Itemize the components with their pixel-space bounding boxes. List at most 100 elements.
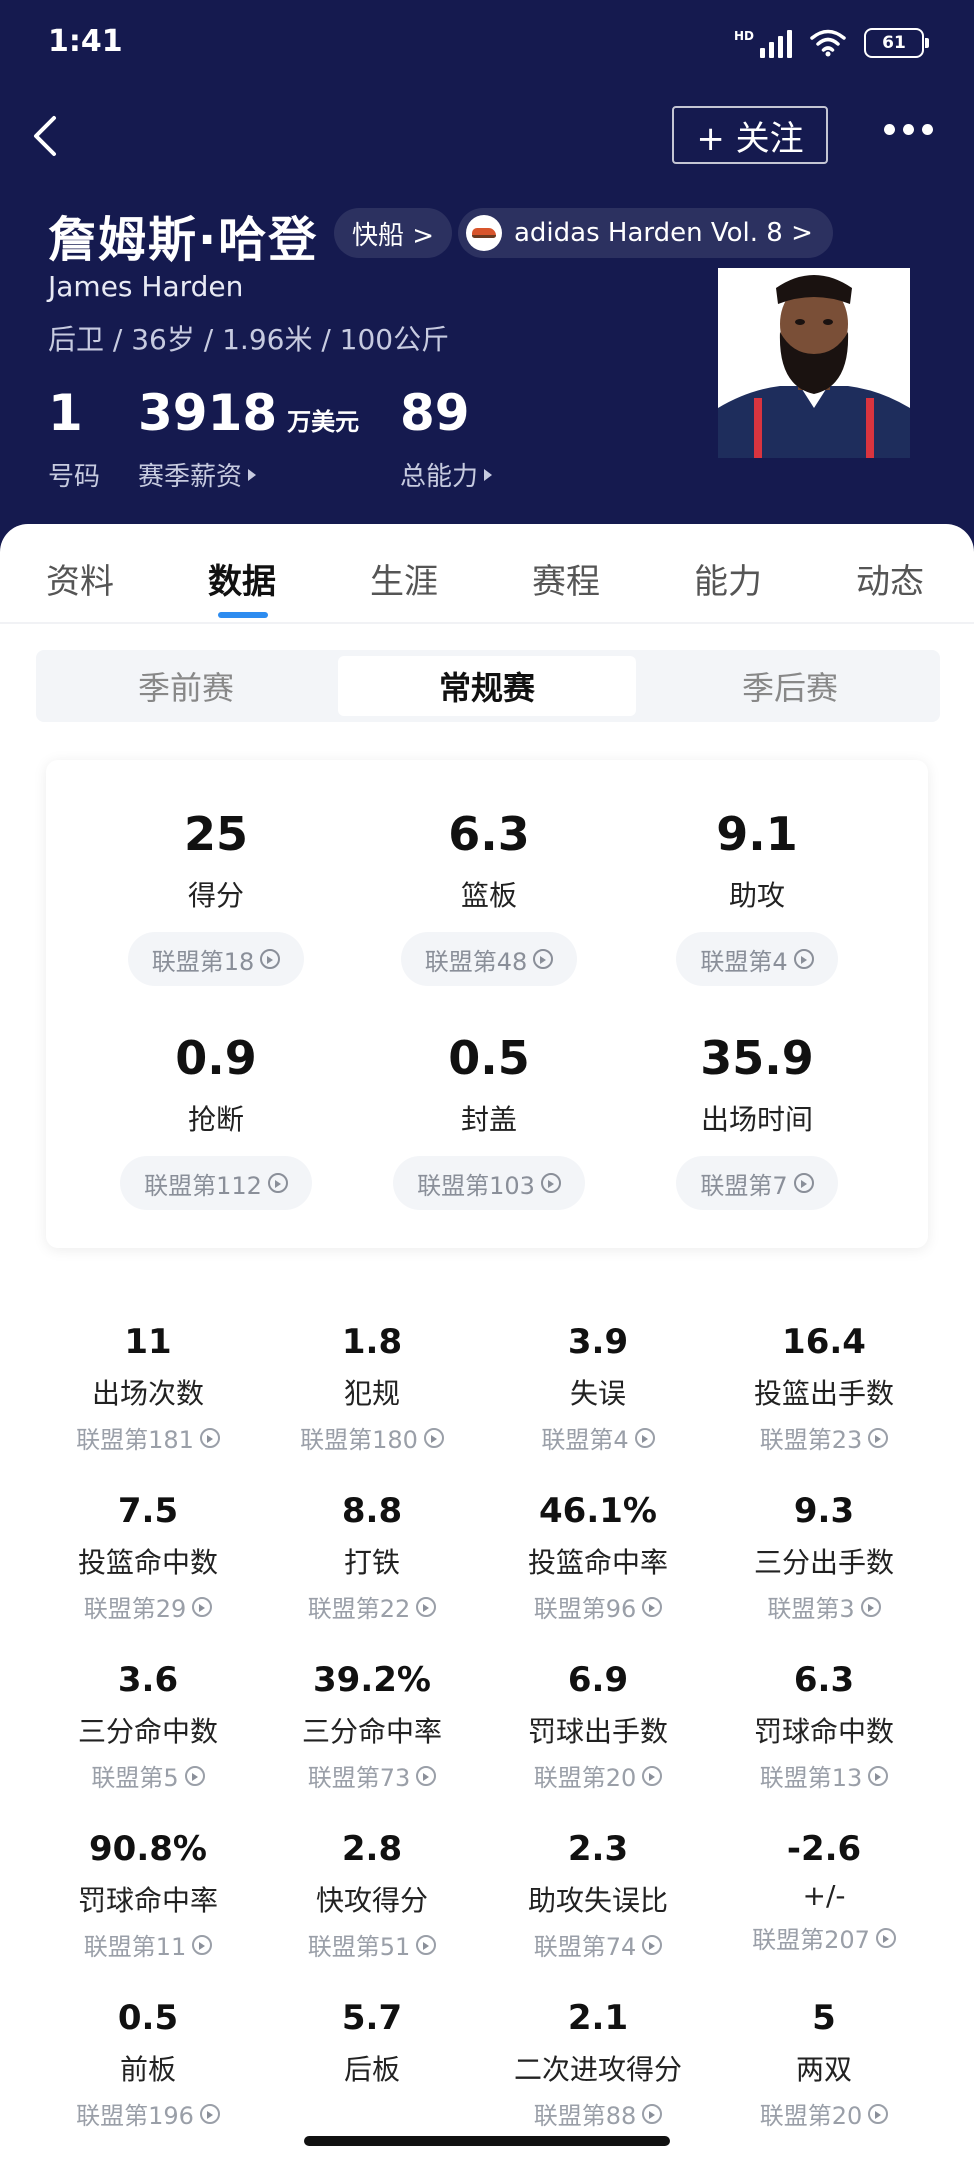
detail-stat-rank[interactable]: 联盟第73 [308, 1758, 437, 1793]
info-arrow-icon [416, 1934, 437, 1955]
detail-stat-value: -2.6 [786, 1829, 862, 1869]
season-tab-playoffs[interactable]: 季后赛 [640, 650, 940, 722]
detail-stat-rank[interactable]: 联盟第51 [308, 1927, 437, 1962]
detail-stat-rank[interactable]: 联盟第74 [534, 1927, 663, 1962]
detail-stat: 39.2% 三分命中率 联盟第73 [262, 1660, 482, 1793]
tab-schedule[interactable]: 赛程 [532, 554, 600, 603]
detail-stat-rank[interactable]: 联盟第23 [760, 1420, 889, 1455]
info-arrow-icon [533, 949, 554, 969]
tab-news[interactable]: 动态 [856, 554, 924, 603]
detail-stat-rank[interactable]: 联盟第13 [760, 1758, 889, 1793]
detail-stat: 0.5 前板 联盟第196 [38, 1998, 258, 2131]
detail-stat-label: 前板 [119, 2053, 176, 2086]
detail-stat: 7.5 投篮命中数 联盟第29 [38, 1491, 258, 1624]
detail-stat-rank[interactable]: 联盟第5 [91, 1758, 205, 1793]
overall-rating-label[interactable]: 总能力 [400, 456, 493, 493]
caret-right-icon [484, 468, 493, 481]
detail-stat-rank[interactable]: 联盟第180 [300, 1420, 444, 1455]
rank-text: 联盟第88 [533, 2102, 637, 2130]
player-english-name: James Harden [48, 270, 244, 303]
rank-pill[interactable]: 联盟第18 [127, 932, 305, 986]
rank-pill[interactable]: 联盟第48 [400, 932, 578, 986]
info-arrow-icon [199, 1427, 220, 1448]
detail-stat-rank[interactable]: 联盟第196 [76, 2096, 220, 2131]
tab-stats[interactable]: 数据 [208, 554, 276, 603]
rank-pill[interactable]: 联盟第7 [676, 1156, 838, 1210]
content-sheet: 资料 数据 生涯 赛程 能力 动态 季前赛 常规赛 季后赛 25 得分 联盟第18 6… [0, 524, 974, 2166]
main-stat: 6.3 篮板 联盟第48 [379, 806, 599, 986]
detail-stat-rank[interactable]: 联盟第3 [767, 1589, 881, 1624]
info-arrow-icon [260, 949, 281, 969]
main-stat-value: 6.3 [448, 807, 530, 861]
rank-text: 联盟第22 [307, 1595, 411, 1623]
detail-stat-label: 三分出手数 [753, 1546, 894, 1579]
info-arrow-icon [642, 2103, 663, 2124]
tab-ability[interactable]: 能力 [694, 554, 762, 603]
detail-stat-label: 罚球命中数 [753, 1715, 894, 1748]
detail-stat-rank[interactable]: 联盟第29 [84, 1589, 213, 1624]
detail-stat-rank[interactable]: 联盟第181 [76, 1420, 220, 1455]
detail-stat-rank[interactable]: 联盟第207 [752, 1920, 896, 1955]
rank-text: 联盟第74 [533, 1933, 637, 1961]
info-arrow-icon [192, 1934, 213, 1955]
shoe-link[interactable]: adidas Harden Vol. 8 > [458, 208, 833, 258]
info-arrow-icon [868, 2103, 889, 2124]
detail-stat-label: 投篮命中率 [527, 1546, 668, 1579]
shoe-name: adidas Harden Vol. 8 > [514, 218, 813, 248]
detail-stat-rank[interactable]: 联盟第96 [534, 1589, 663, 1624]
rank-text: 联盟第4 [541, 1426, 629, 1454]
salary-unit: 万美元 [287, 408, 360, 436]
detail-stat-label: 三分命中数 [77, 1715, 218, 1748]
detail-stat-value: 1.8 [341, 1322, 403, 1362]
home-indicator [304, 2136, 670, 2146]
season-tab-preseason[interactable]: 季前赛 [36, 650, 336, 722]
detail-stat-label: 失误 [569, 1377, 626, 1410]
detail-stat-rank[interactable]: 联盟第20 [760, 2096, 889, 2131]
follow-button[interactable]: + 关注 [672, 106, 828, 164]
detail-stat-label: 两双 [795, 2053, 852, 2086]
rank-text: 联盟第18 [151, 947, 255, 976]
detail-stat-label: 罚球出手数 [527, 1715, 668, 1748]
tab-career[interactable]: 生涯 [370, 554, 438, 603]
salary[interactable]: 3918 万美元 [138, 384, 359, 442]
salary-value: 3918 [138, 384, 278, 442]
rank-pill[interactable]: 联盟第103 [393, 1156, 585, 1210]
rank-pill[interactable]: 联盟第112 [120, 1156, 312, 1210]
detail-stat-rank[interactable]: 联盟第11 [84, 1927, 213, 1962]
main-stat: 0.5 封盖 联盟第103 [379, 1030, 599, 1210]
overall-rating[interactable]: 89 [400, 384, 470, 442]
main-stat-value: 35.9 [700, 1031, 814, 1085]
tab-profile[interactable]: 资料 [46, 554, 114, 603]
detail-stat-rank[interactable]: 联盟第88 [534, 2096, 663, 2131]
season-tab-regular[interactable]: 常规赛 [338, 656, 636, 716]
rank-text: 联盟第3 [767, 1595, 855, 1623]
salary-label[interactable]: 赛季薪资 [138, 456, 257, 493]
detail-stat: 2.8 快攻得分 联盟第51 [262, 1829, 482, 1962]
info-arrow-icon [642, 1596, 663, 1617]
detail-stat-rank[interactable]: 联盟第22 [308, 1589, 437, 1624]
signal-icon [760, 28, 792, 58]
detail-stat: 8.8 打铁 联盟第22 [262, 1491, 482, 1624]
network-type: HD [733, 29, 754, 43]
detail-stat-value: 16.4 [782, 1322, 866, 1362]
detail-stat: 2.1 二次进攻得分 联盟第88 [488, 1998, 708, 2131]
detail-stat: -2.6 +/- 联盟第207 [714, 1829, 934, 1955]
back-icon[interactable] [26, 110, 66, 162]
season-selector: 季前赛 常规赛 季后赛 [36, 650, 940, 722]
detail-stat-value: 39.2% [313, 1660, 431, 1700]
more-icon[interactable] [884, 124, 933, 135]
rank-text: 联盟第11 [83, 1933, 187, 1961]
team-link[interactable]: 快船 > [334, 208, 453, 258]
main-stat: 25 得分 联盟第18 [106, 806, 326, 986]
info-arrow-icon [868, 1765, 889, 1786]
detail-stat-value: 2.8 [341, 1829, 403, 1869]
player-header: 1:41 HD 61 + 关注 詹姆斯·哈登 快船 > adidas Harde… [0, 0, 974, 560]
info-arrow-icon [416, 1596, 437, 1617]
rank-pill[interactable]: 联盟第4 [676, 932, 838, 986]
info-arrow-icon [634, 1427, 655, 1448]
detail-stat-rank[interactable]: 联盟第20 [534, 1758, 663, 1793]
rank-text: 联盟第51 [307, 1933, 411, 1961]
rank-text: 联盟第48 [424, 947, 528, 976]
info-arrow-icon [642, 1765, 663, 1786]
detail-stat-rank[interactable]: 联盟第4 [541, 1420, 655, 1455]
